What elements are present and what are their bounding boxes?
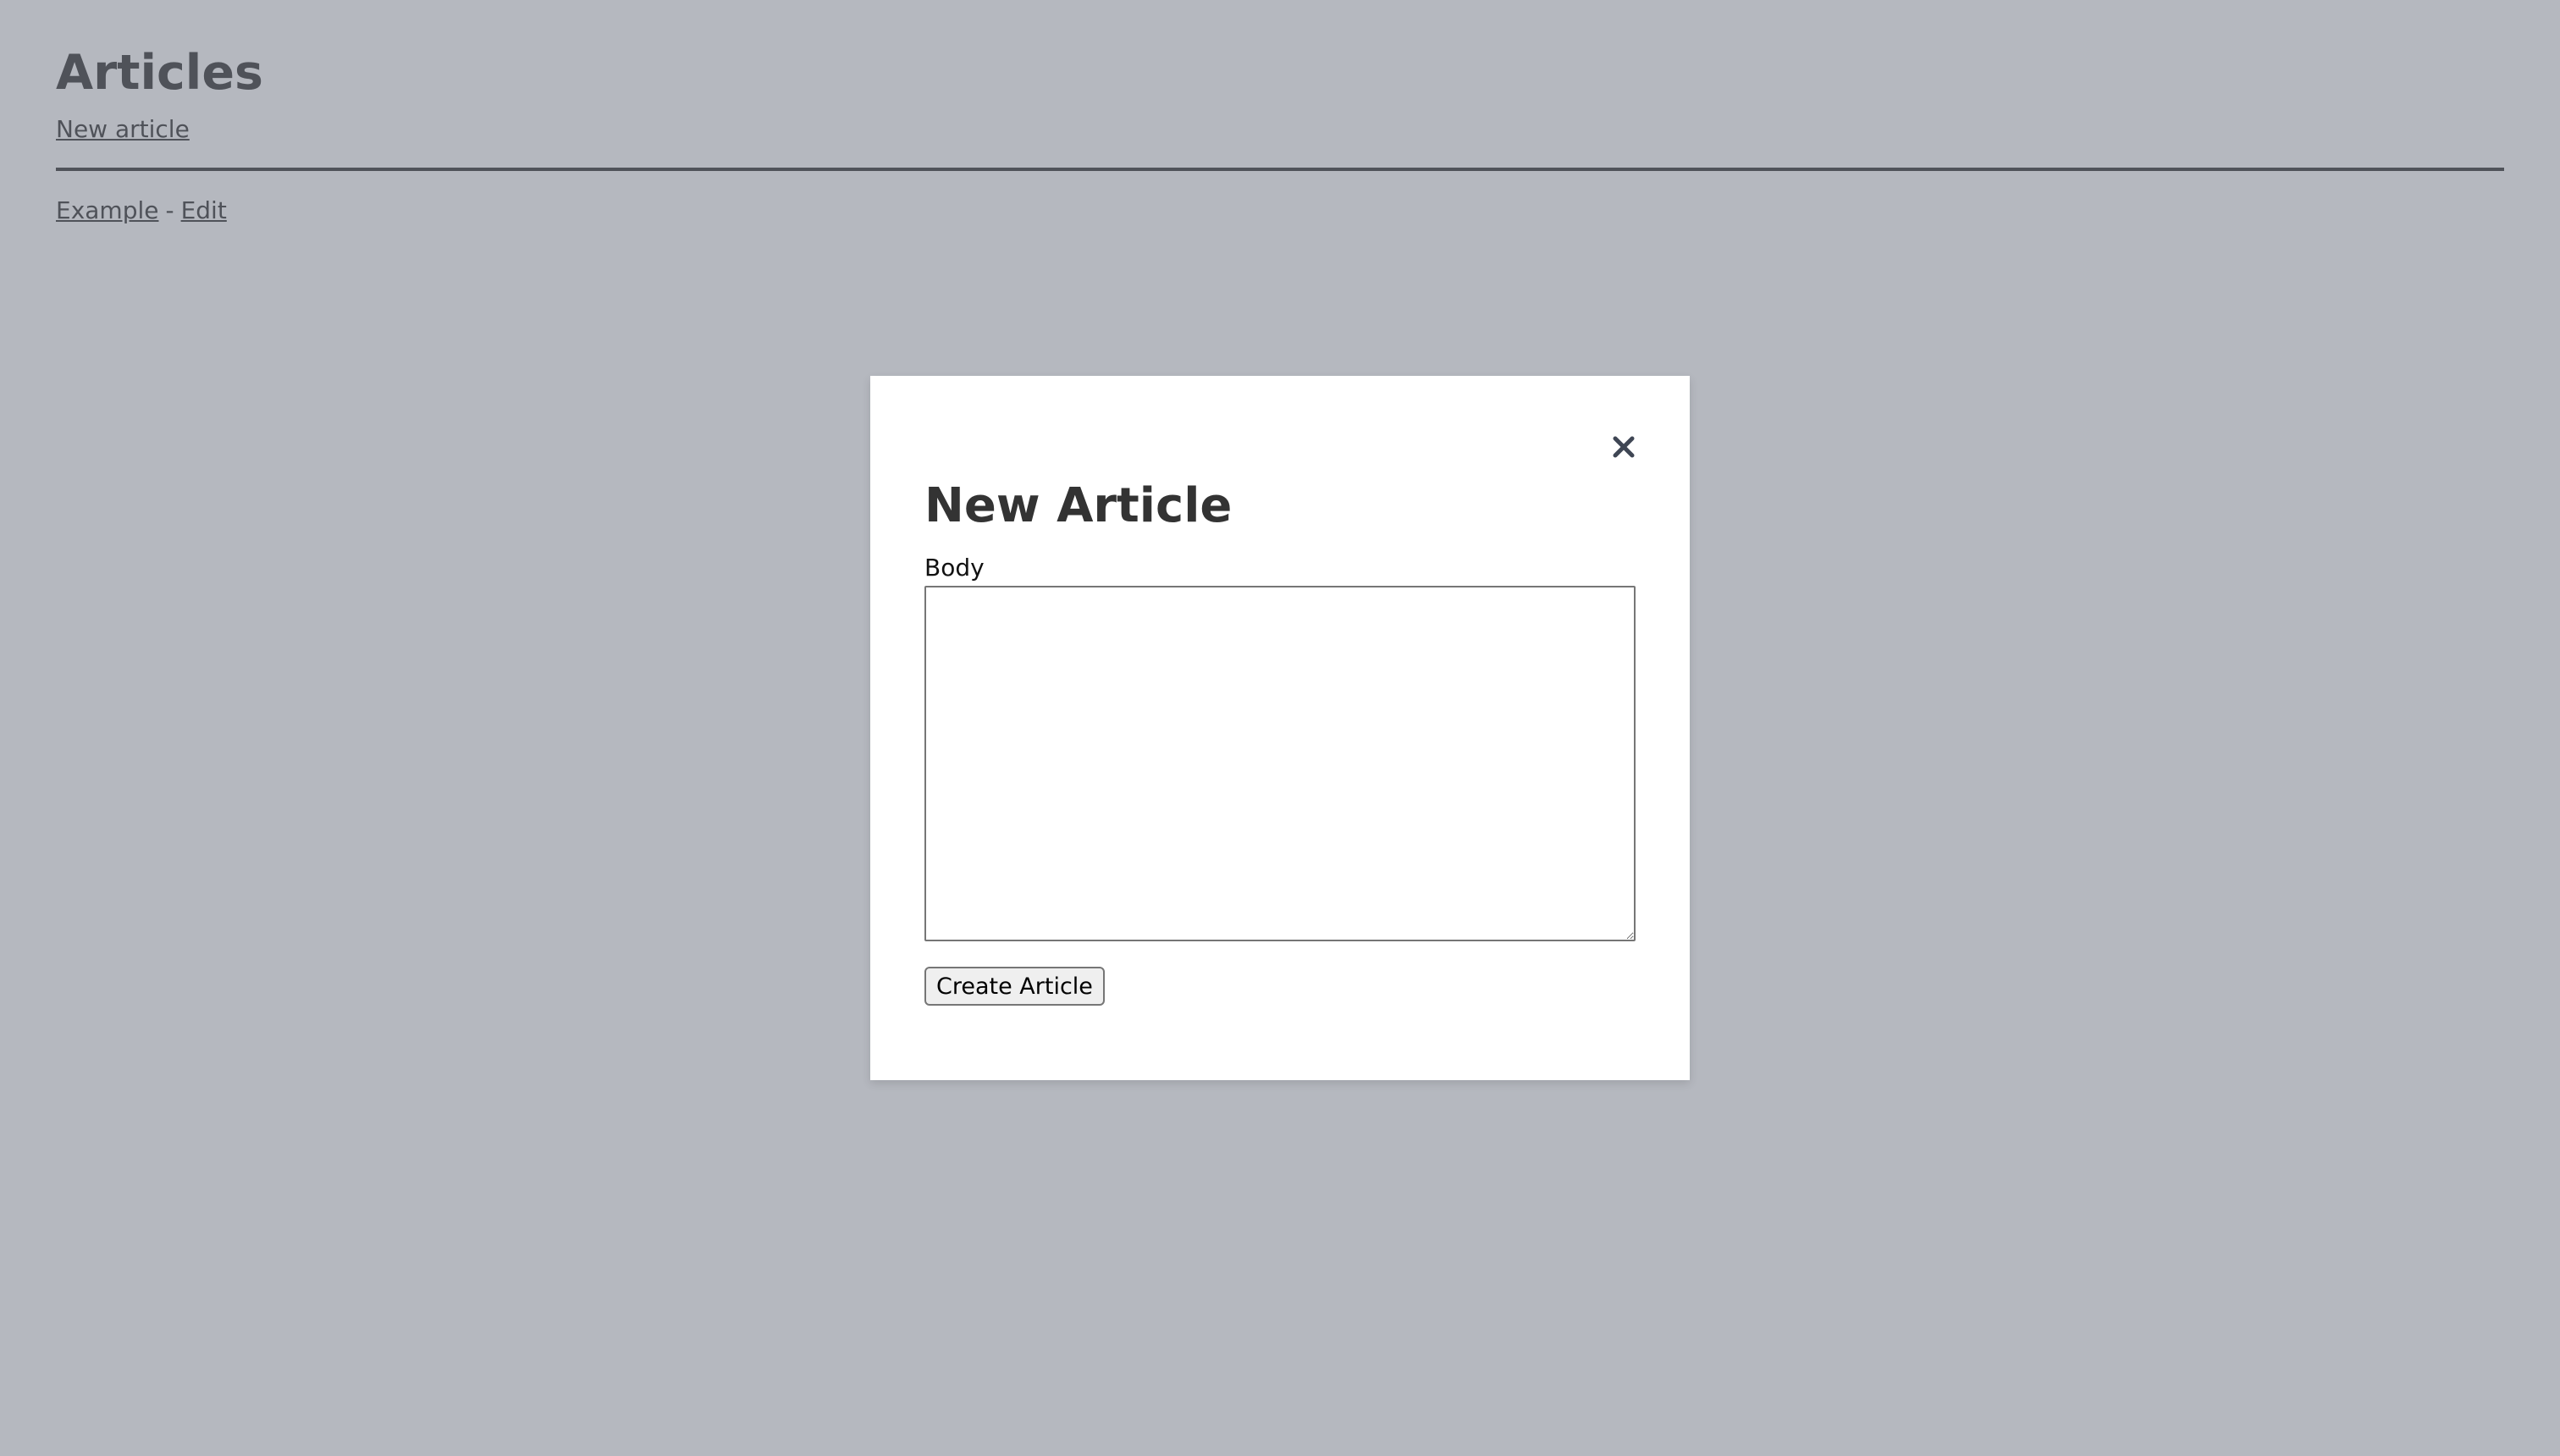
create-article-button[interactable]: Create Article [924,967,1105,1006]
body-textarea[interactable] [924,586,1636,941]
body-label: Body [924,554,985,582]
new-article-modal: New Article Body Create Article [870,376,1690,1080]
close-button[interactable] [1605,428,1642,466]
close-icon [1613,436,1635,458]
modal-title: New Article [924,478,1233,533]
